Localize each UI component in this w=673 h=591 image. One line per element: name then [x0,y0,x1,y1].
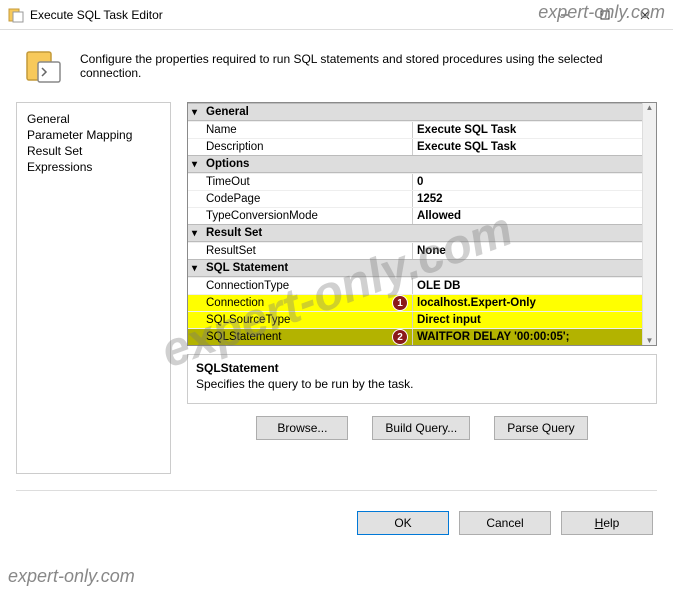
watermark-bottom: expert-only.com [8,566,135,587]
chevron-down-icon: ▾ [192,107,206,118]
cancel-button[interactable]: Cancel [459,511,551,535]
parse-query-button[interactable]: Parse Query [494,416,587,440]
row-resultset[interactable]: ResultSetNone [188,242,656,259]
help-title: SQLStatement [196,361,648,375]
marker-1: 1 [392,295,408,311]
sidebar-item-general[interactable]: General [27,111,160,127]
action-buttons: Browse... Build Query... Parse Query [187,412,657,444]
row-typeconversion[interactable]: TypeConversionModeAllowed [188,207,656,224]
task-icon [24,46,64,86]
row-connectiontype[interactable]: ConnectionTypeOLE DB [188,277,656,294]
build-query-button[interactable]: Build Query... [372,416,470,440]
app-icon [8,7,24,23]
category-options[interactable]: ▾Options [188,155,656,173]
separator [16,490,657,491]
category-resultset[interactable]: ▾Result Set [188,224,656,242]
row-description[interactable]: DescriptionExecute SQL Task [188,138,656,155]
category-sqlstatement[interactable]: ▾SQL Statement [188,259,656,277]
sidebar: General Parameter Mapping Result Set Exp… [16,102,171,474]
browse-button[interactable]: Browse... [256,416,348,440]
row-sqlstatement[interactable]: SQLStatement2WAITFOR DELAY '00:00:05'; [188,328,656,345]
row-sqlsourcetype[interactable]: SQLSourceTypeDirect input [188,311,656,328]
footer-buttons: OK Cancel Help [0,499,673,547]
marker-2: 2 [392,329,408,345]
sidebar-item-result-set[interactable]: Result Set [27,143,160,159]
chevron-down-icon: ▾ [192,228,206,239]
header-description: Configure the properties required to run… [80,52,649,80]
ok-button[interactable]: OK [357,511,449,535]
row-codepage[interactable]: CodePage1252 [188,190,656,207]
header: Configure the properties required to run… [0,30,673,102]
help-button[interactable]: Help [561,511,653,535]
watermark-top: expert-only.com [538,2,665,23]
property-grid[interactable]: ▲▼ ▾General NameExecute SQL Task Descrip… [187,102,657,346]
row-timeout[interactable]: TimeOut0 [188,173,656,190]
row-connection[interactable]: Connection1localhost.Expert-Only [188,294,656,311]
help-pane: SQLStatement Specifies the query to be r… [187,354,657,404]
row-name[interactable]: NameExecute SQL Task [188,121,656,138]
help-text: Specifies the query to be run by the tas… [196,377,648,391]
chevron-down-icon: ▾ [192,159,206,170]
category-general[interactable]: ▾General [188,103,656,121]
window-title: Execute SQL Task Editor [30,8,545,22]
chevron-down-icon: ▾ [192,263,206,274]
sidebar-item-parameter-mapping[interactable]: Parameter Mapping [27,127,160,143]
sidebar-item-expressions[interactable]: Expressions [27,159,160,175]
